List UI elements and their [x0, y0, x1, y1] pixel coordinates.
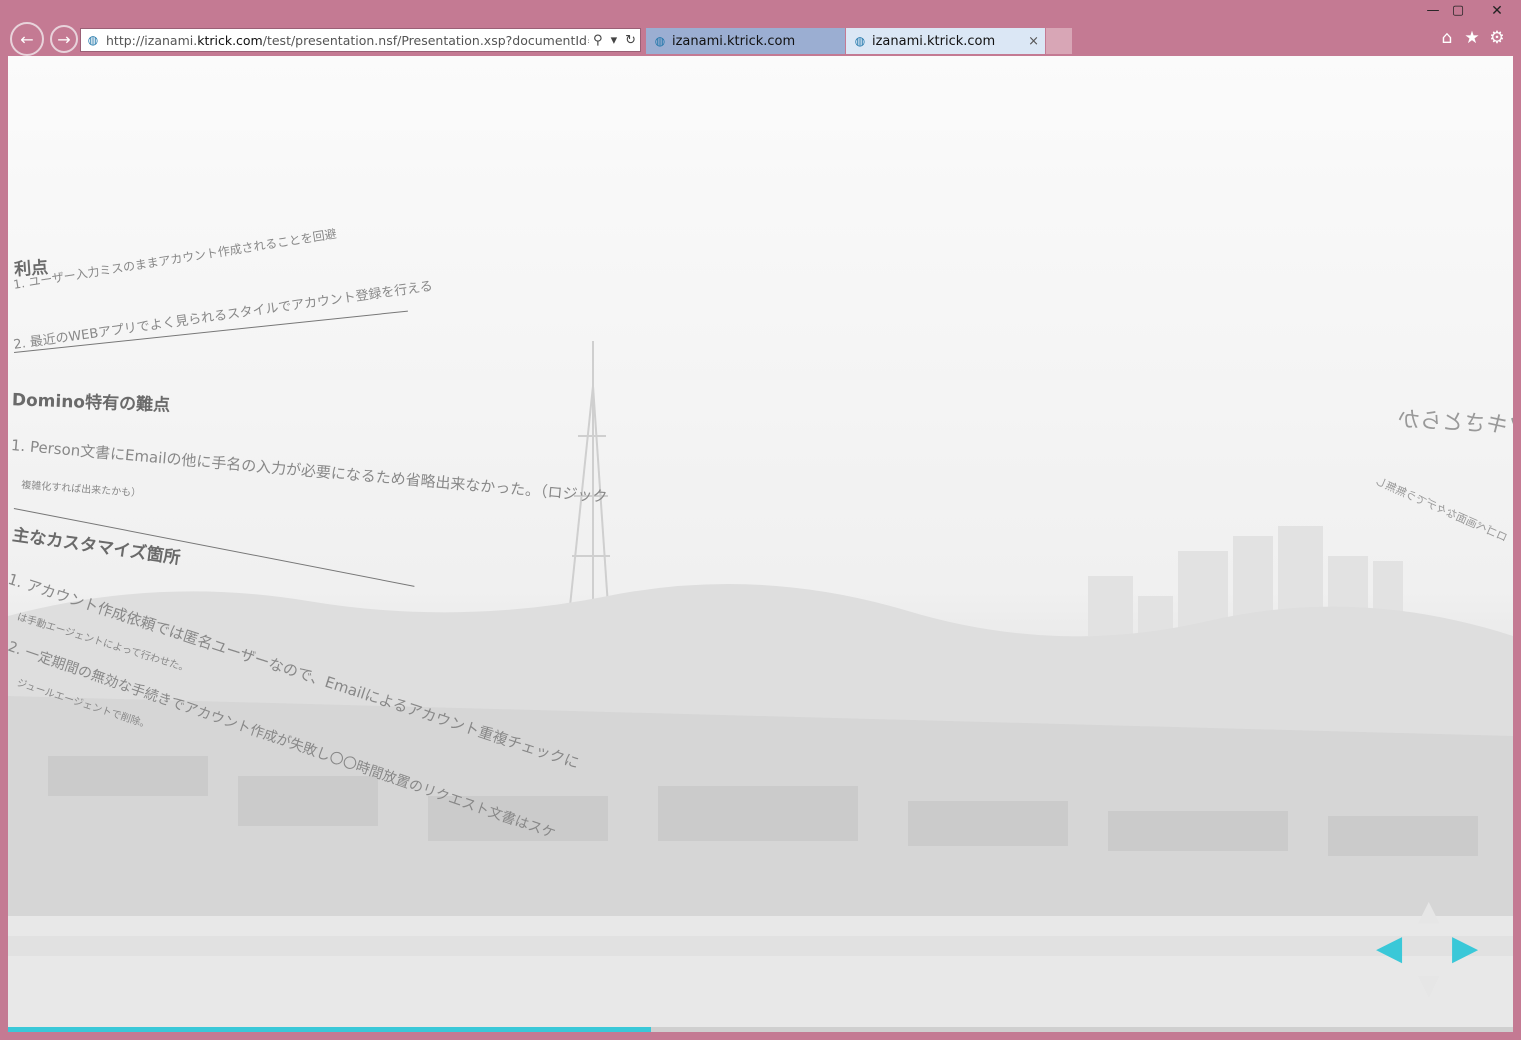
home-icon[interactable]: ⌂: [1436, 28, 1458, 48]
triangle-right-icon: ▶: [1452, 928, 1479, 968]
nav-down-button[interactable]: ▼: [1418, 968, 1440, 1001]
browser-chrome: ← → ◍ http://izanami.ktrick.com/test/pre…: [0, 0, 1521, 56]
dropdown-icon[interactable]: ▾: [611, 33, 618, 48]
address-bar[interactable]: ◍ http://izanami.ktrick.com/test/present…: [80, 28, 641, 52]
refresh-icon[interactable]: ↻: [625, 33, 636, 48]
page-viewport: 利点 1. ユーザー入力ミスのままアカウント作成されることを回避 2. 最近のW…: [8, 56, 1513, 1027]
forward-button[interactable]: →: [50, 25, 78, 53]
close-tab-icon[interactable]: ×: [1028, 34, 1039, 49]
site-icon: ◍: [854, 34, 866, 48]
background-photo: [8, 56, 1513, 1027]
site-icon: ◍: [654, 34, 666, 48]
tab-active[interactable]: ◍ izanami.ktrick.com ×: [846, 28, 1045, 54]
maximize-icon[interactable]: ▢: [1443, 3, 1473, 18]
site-icon: ◍: [87, 33, 99, 47]
search-icon[interactable]: ⚲: [593, 33, 603, 48]
nav-right-button[interactable]: ▶: [1452, 928, 1478, 968]
arrow-right-icon: →: [57, 29, 71, 49]
address-url: http://izanami.ktrick.com/test/presentat…: [106, 32, 590, 48]
back-button[interactable]: ←: [10, 22, 44, 56]
arrow-left-icon: ←: [20, 29, 34, 49]
triangle-up-icon: ▲: [1418, 894, 1440, 927]
nav-up-button[interactable]: ▲: [1418, 894, 1440, 927]
favorites-star-icon[interactable]: ★: [1461, 28, 1483, 48]
settings-gear-icon[interactable]: ⚙: [1486, 28, 1508, 48]
presentation-progress-bar: [8, 1027, 1513, 1032]
tab-label: izanami.ktrick.com: [672, 33, 796, 49]
new-tab-button[interactable]: [1046, 28, 1072, 54]
progress-fill: [8, 1027, 651, 1032]
tab-label: izanami.ktrick.com: [872, 33, 996, 49]
tab-inactive[interactable]: ◍ izanami.ktrick.com: [646, 28, 845, 54]
close-window-icon[interactable]: ✕: [1480, 3, 1514, 19]
triangle-down-icon: ▼: [1418, 968, 1440, 1001]
nav-left-button[interactable]: ◀: [1376, 928, 1402, 968]
triangle-left-icon: ◀: [1376, 928, 1403, 968]
